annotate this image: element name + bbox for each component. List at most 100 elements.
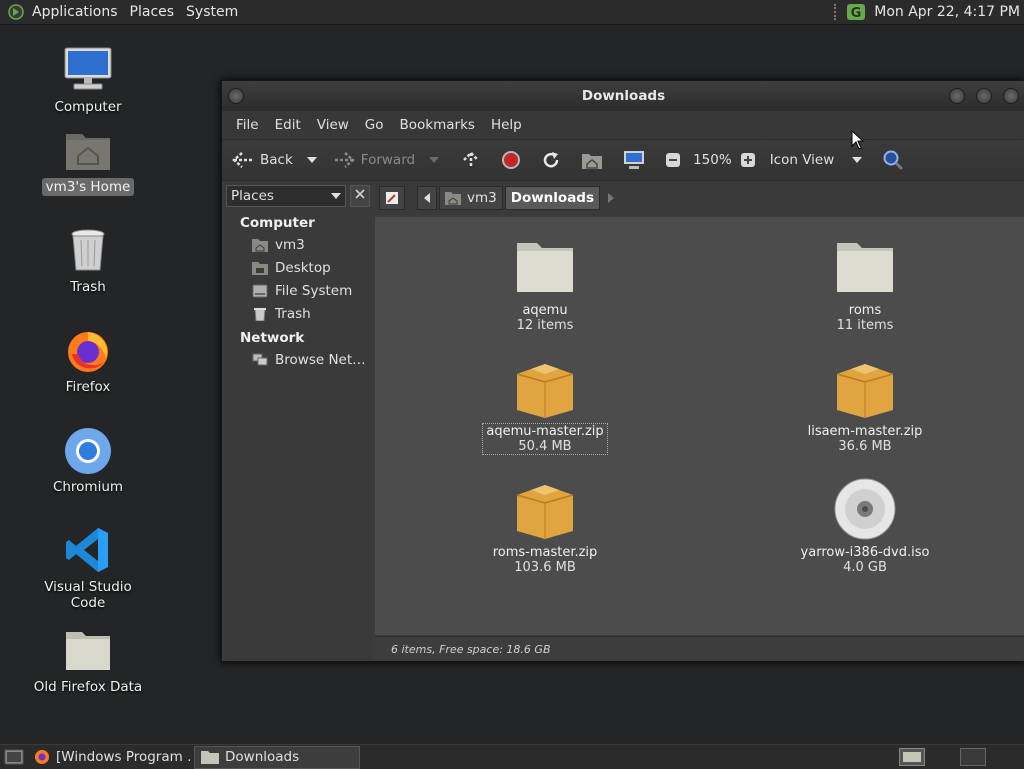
menu-go[interactable]: Go — [357, 117, 392, 133]
up-button[interactable] — [461, 150, 487, 170]
sidebar-item-desktop[interactable]: Desktop — [222, 257, 372, 280]
file-manager-window: Downloads File Edit View Go Bookmarks He… — [221, 80, 1024, 662]
update-notifier-icon[interactable]: G — [846, 3, 866, 21]
mate-logo-icon[interactable] — [8, 4, 24, 20]
show-desktop-icon[interactable] — [4, 748, 24, 766]
chevron-right-icon — [608, 193, 615, 203]
desktop-icon-vscode[interactable]: Visual Studio Code — [23, 524, 153, 612]
zoom-in-button[interactable] — [740, 152, 762, 168]
desktop-icon-trash[interactable]: Trash — [23, 224, 153, 296]
desktop-icon-old-firefox-data[interactable]: Old Firefox Data — [23, 624, 153, 696]
sidebar-item-label: vm3 — [275, 237, 305, 253]
home-button[interactable] — [581, 150, 609, 170]
toggle-location-entry-button[interactable] — [379, 186, 405, 210]
file-meta: 12 items — [516, 318, 574, 333]
breadcrumb-label: Downloads — [510, 190, 595, 206]
applications-menu[interactable]: Applications — [26, 4, 124, 20]
breadcrumb-scroll-right[interactable] — [602, 187, 620, 209]
computer-icon — [624, 151, 645, 169]
file-meta: 50.4 MB — [518, 439, 572, 454]
stop-button[interactable] — [501, 150, 527, 170]
forward-button[interactable]: Forward — [333, 151, 415, 169]
sidebar-item-trash[interactable]: Trash — [222, 303, 372, 326]
desktop-icon-firefox[interactable]: Firefox — [23, 324, 153, 396]
svg-text:G: G — [851, 6, 862, 21]
menu-help[interactable]: Help — [483, 117, 530, 133]
clock[interactable]: Mon Apr 22, 4:17 PM — [874, 4, 1020, 20]
taskbar-item-downloads[interactable]: Downloads — [194, 745, 360, 769]
file-item-lisaem-master-zip[interactable]: lisaem-master.zip 36.6 MB — [780, 356, 950, 454]
file-item-yarrow-iso[interactable]: yarrow-i386-dvd.iso 4.0 GB — [780, 477, 950, 575]
back-history-dropdown[interactable] — [306, 156, 323, 164]
close-sidebar-button[interactable] — [350, 185, 370, 207]
panel-separator — [834, 4, 838, 20]
sidebar: Places Computer vm3 Desktop File System — [222, 181, 372, 660]
sidebar-places-label: Places — [231, 188, 274, 204]
desktop-icon-chromium[interactable]: Chromium — [23, 424, 153, 496]
desktop-folder-icon — [252, 262, 268, 275]
reload-icon — [543, 152, 559, 168]
search-button[interactable] — [882, 149, 910, 171]
sidebar-item-label: Trash — [275, 306, 311, 322]
trash-icon — [254, 308, 266, 321]
sidebar-heading-network: Network — [240, 330, 305, 346]
view-mode-select[interactable]: Icon View — [770, 152, 868, 168]
file-item-roms-master-zip[interactable]: roms-master.zip 103.6 MB — [460, 477, 630, 575]
menu-edit[interactable]: Edit — [267, 117, 309, 133]
home-folder-icon — [582, 154, 603, 169]
breadcrumb-downloads[interactable]: Downloads — [504, 186, 601, 210]
file-meta: 36.6 MB — [838, 439, 892, 454]
forward-arrow-icon — [334, 152, 355, 168]
computer-button[interactable] — [623, 150, 651, 170]
maximize-button[interactable] — [976, 88, 992, 104]
menu-bookmarks[interactable]: Bookmarks — [392, 117, 483, 133]
forward-history-dropdown[interactable] — [429, 156, 445, 164]
vscode-icon — [66, 528, 108, 572]
mouse-cursor-icon — [851, 130, 865, 150]
menu-file[interactable]: File — [228, 117, 267, 133]
taskbar-item-label: Downloads — [225, 749, 300, 765]
zoom-level[interactable]: 150% — [693, 152, 732, 168]
chevron-down-icon — [306, 157, 317, 163]
workspace-switcher-2-icon[interactable] — [960, 748, 986, 766]
desktop-icon-label: Trash — [70, 279, 106, 295]
file-item-roms[interactable]: roms 11 items — [780, 235, 950, 333]
chevron-down-icon — [331, 193, 341, 199]
sidebar-heading-computer: Computer — [240, 215, 315, 231]
taskbar-item-windows-program[interactable]: [Windows Program … — [28, 747, 190, 768]
breadcrumb-scroll-left[interactable] — [417, 186, 437, 210]
home-folder-icon — [252, 239, 268, 252]
sidebar-item-vm3[interactable]: vm3 — [222, 234, 372, 257]
file-icon-view[interactable]: aqemu 12 items roms 11 items aqemu-maste… — [375, 217, 1024, 635]
drive-icon — [252, 284, 268, 298]
location-bar: vm3 Downloads — [373, 181, 1024, 215]
file-item-aqemu-master-zip[interactable]: aqemu-master.zip 50.4 MB — [460, 356, 630, 455]
system-menu[interactable]: System — [180, 4, 244, 20]
file-item-aqemu[interactable]: aqemu 12 items — [460, 235, 630, 333]
desktop-icon-label: Computer — [54, 99, 122, 115]
workspace-switcher-icon[interactable] — [899, 748, 925, 766]
folder-icon — [837, 243, 893, 292]
network-icon — [252, 353, 268, 366]
zoom-out-button[interactable] — [665, 152, 687, 168]
desktop-icon-computer[interactable]: Computer — [23, 44, 153, 116]
breadcrumb-vm3[interactable]: vm3 — [439, 186, 503, 210]
sidebar-item-filesystem[interactable]: File System — [222, 280, 372, 303]
archive-box-icon — [516, 485, 574, 539]
sidebar-item-browse-network[interactable]: Browse Net… — [222, 349, 372, 372]
computer-icon — [64, 47, 112, 90]
desktop-icon-home[interactable]: vm3's Home — [23, 124, 153, 196]
toolbar: Back Forward 150% Icon View — [222, 139, 1024, 181]
status-bar: 6 items, Free space: 18.6 GB — [375, 636, 1024, 661]
back-button[interactable]: Back — [232, 151, 293, 169]
home-folder-icon — [66, 134, 110, 170]
menu-view[interactable]: View — [309, 117, 357, 133]
minimize-button[interactable] — [949, 88, 965, 104]
sidebar-places-select[interactable]: Places — [226, 185, 346, 207]
window-menu-button[interactable] — [228, 88, 244, 104]
window-titlebar[interactable]: Downloads — [222, 81, 1024, 111]
places-menu[interactable]: Places — [124, 4, 181, 20]
close-button[interactable] — [1003, 88, 1019, 104]
desktop-icon-label: Firefox — [65, 379, 111, 395]
reload-button[interactable] — [541, 150, 567, 170]
